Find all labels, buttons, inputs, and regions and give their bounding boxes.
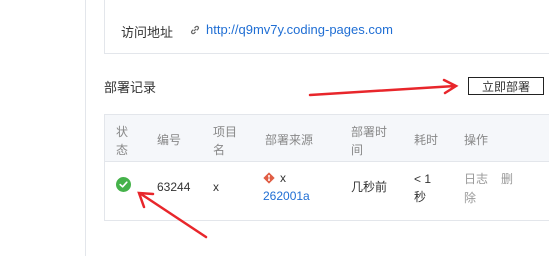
table-header: 状 态 编号 项目 名 部署来源 部署时 间 耗时 操作 (105, 115, 549, 162)
row-delete-link-cont[interactable]: 除 (464, 189, 476, 207)
deploy-records-title: 部署记录 (104, 80, 157, 95)
link-icon (190, 25, 200, 34)
row-log-link[interactable]: 日志 (464, 170, 488, 188)
arrow-to-deploy-button (308, 78, 459, 97)
row-deploy-time: 几秒前 (351, 180, 388, 194)
header-status: 状 态 (116, 125, 129, 157)
header-project: 项目 名 (213, 125, 238, 157)
access-url-link[interactable]: http://q9mv7y.coding-pages.com (206, 22, 393, 37)
header-duration: 耗时 (414, 133, 439, 147)
deploy-records-table: 状 态 编号 项目 名 部署来源 部署时 间 耗时 操作 63244 x x 2… (104, 114, 549, 221)
git-icon (263, 172, 275, 184)
header-number: 编号 (157, 133, 182, 147)
check-circle-icon (116, 177, 131, 192)
row-commit-link[interactable]: 262001a (263, 189, 310, 203)
header-deploy-time: 部署时 间 (351, 125, 388, 157)
access-address-panel: 访问地址 http://q9mv7y.coding-pages.com (104, 0, 549, 54)
left-divider (85, 0, 86, 256)
header-actions: 操作 (464, 133, 489, 147)
access-address-label: 访问地址 (121, 25, 174, 40)
row-project: x (213, 180, 219, 194)
row-delete-link[interactable]: 删 (501, 170, 513, 188)
deploy-now-button[interactable]: 立即部署 (468, 77, 544, 95)
row-number: 63244 (157, 180, 191, 194)
header-source: 部署来源 (265, 133, 314, 147)
row-duration: < 1 秒 (414, 172, 432, 204)
access-address-value: http://q9mv7y.coding-pages.com (189, 22, 393, 37)
row-source-name: x (280, 171, 286, 185)
